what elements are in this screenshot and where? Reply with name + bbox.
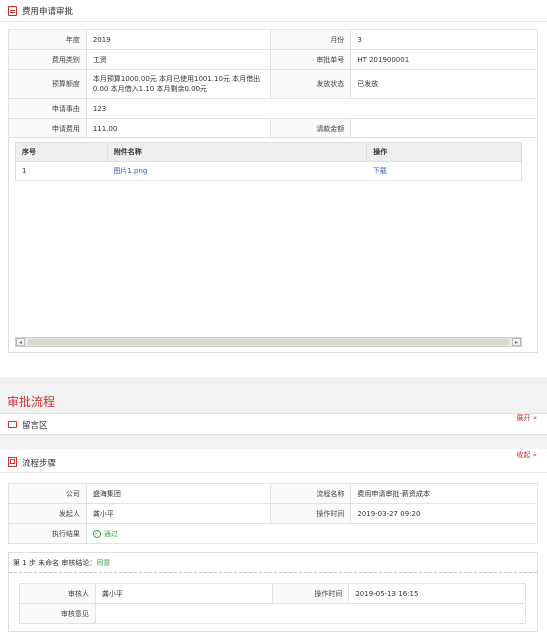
status-label: 发放状态 [270,69,352,99]
expand-toggle[interactable]: 展开 » [516,413,537,423]
budget-value-line2: 0.00 本月借入1.10 本月剩余0.00元 [92,85,208,93]
check-circle-icon: ✓ [92,529,101,538]
result-cell: ✓ 通过 [85,523,539,544]
approval-no-label: 审批单号 [270,49,352,70]
flow-steps-panel: 收起 « 流程步骤 公司 盛海集团 流程名称 费用申请审批-薪资成本 发起人 龚… [0,449,547,642]
reason-value: 123 [85,98,539,119]
approval-flow-heading: 审批流程 [7,395,56,409]
result-value: 通过 [103,529,118,538]
amount-value: 111.00 [85,118,272,139]
flow-steps-label: 流程步骤 [22,459,57,469]
chevron-down-icon: » [532,414,537,422]
comment-icon [8,421,17,428]
flow-info-table: 公司 盛海集团 流程名称 费用申请审批-薪资成本 发起人 龚小平 操作时间 20… [8,483,539,544]
budget-value: 本月预算1000.00元 本月已使用1001.10元 本月借出 0.00 本月借… [85,69,272,99]
status-value: 已发放 [350,69,538,99]
initiator-label: 发起人 [8,503,87,524]
step-title: 第 1 步 未命名 审核结论： [13,558,97,567]
expand-label: 展开 [516,414,531,422]
step-time-value: 2019-05-13 16:15 [348,583,526,604]
company-value: 盛海集团 [85,483,272,504]
flow-icon [8,457,17,467]
flow-name-value: 费用申请审批-薪资成本 [350,483,538,504]
year-label: 年度 [8,29,87,50]
category-label: 费用类别 [8,49,87,70]
col-header-name: 附件名称 [106,142,368,162]
year-value: 2019 [85,29,272,50]
reviewer-value: 龚小平 [94,583,274,604]
company-label: 公司 [8,483,87,504]
reason-label: 申请事由 [8,98,87,119]
scroll-right-icon[interactable]: ▸ [512,338,521,346]
opinion-value [94,603,527,624]
month-label: 月份 [270,29,352,50]
col-header-no: 序号 [15,142,108,162]
flow-name-label: 流程名称 [270,483,352,504]
approval-panel-title: 费用申请审批 [22,6,74,17]
flow-steps-header: 流程步骤 [0,449,547,473]
attachment-box: 序号 附件名称 操作 1 图片1.png 下载 ◂ ▸ [8,137,538,353]
result-label: 执行结果 [8,523,87,544]
step-detail-table: 审核人 龚小平 操作时间 2019-05-13 16:15 审核意见 [19,583,527,624]
step-result: 同意 [96,558,111,567]
request-amount-label: 请款金额 [270,118,352,139]
budget-value-line1: 本月预算1000.00元 本月已使用1001.10元 本月借出 [92,75,261,83]
category-value: 工资 [85,49,272,70]
attachment-file-link[interactable]: 图片1.png [113,167,147,175]
download-link[interactable]: 下载 [373,167,387,175]
approval-panel: 费用申请审批 年度 2019 月份 3 费用类别 工资 审批单号 HT 2019… [0,0,547,377]
comments-bar[interactable]: 留言区 展开 » [0,413,547,435]
attachment-no: 1 [15,161,108,181]
document-icon [8,5,17,16]
approval-no-value: HT 201900001 [350,49,538,70]
step-box: 第 1 步 未命名 审核结论： 同意 审核人 龚小平 操作时间 2019-05-1… [8,552,538,632]
amount-label: 申请费用 [8,118,87,139]
step-header: 第 1 步 未命名 审核结论： 同意 [9,553,537,573]
scrollbar-thumb[interactable] [28,339,509,345]
reviewer-label: 审核人 [19,583,96,604]
month-value: 3 [350,29,538,50]
step-time-label: 操作时间 [272,583,350,604]
col-header-action: 操作 [366,142,522,162]
approval-panel-header: 费用申请审批 [0,0,547,22]
comments-label: 留言区 [22,421,48,431]
request-amount-value [350,118,538,139]
initiator-value: 龚小平 [85,503,272,524]
table-row: 1 图片1.png 下载 [15,161,522,181]
horizontal-scrollbar[interactable]: ◂ ▸ [15,337,522,347]
op-time-value: 2019-03-27 09:20 [350,503,538,524]
attachment-table: 序号 附件名称 操作 1 图片1.png 下载 [15,142,522,181]
opinion-label: 审核意见 [19,603,96,624]
budget-label: 预算额度 [8,69,87,99]
scroll-left-icon[interactable]: ◂ [16,338,25,346]
approval-form: 年度 2019 月份 3 费用类别 工资 审批单号 HT 201900001 预… [8,29,539,139]
op-time-label: 操作时间 [270,503,352,524]
